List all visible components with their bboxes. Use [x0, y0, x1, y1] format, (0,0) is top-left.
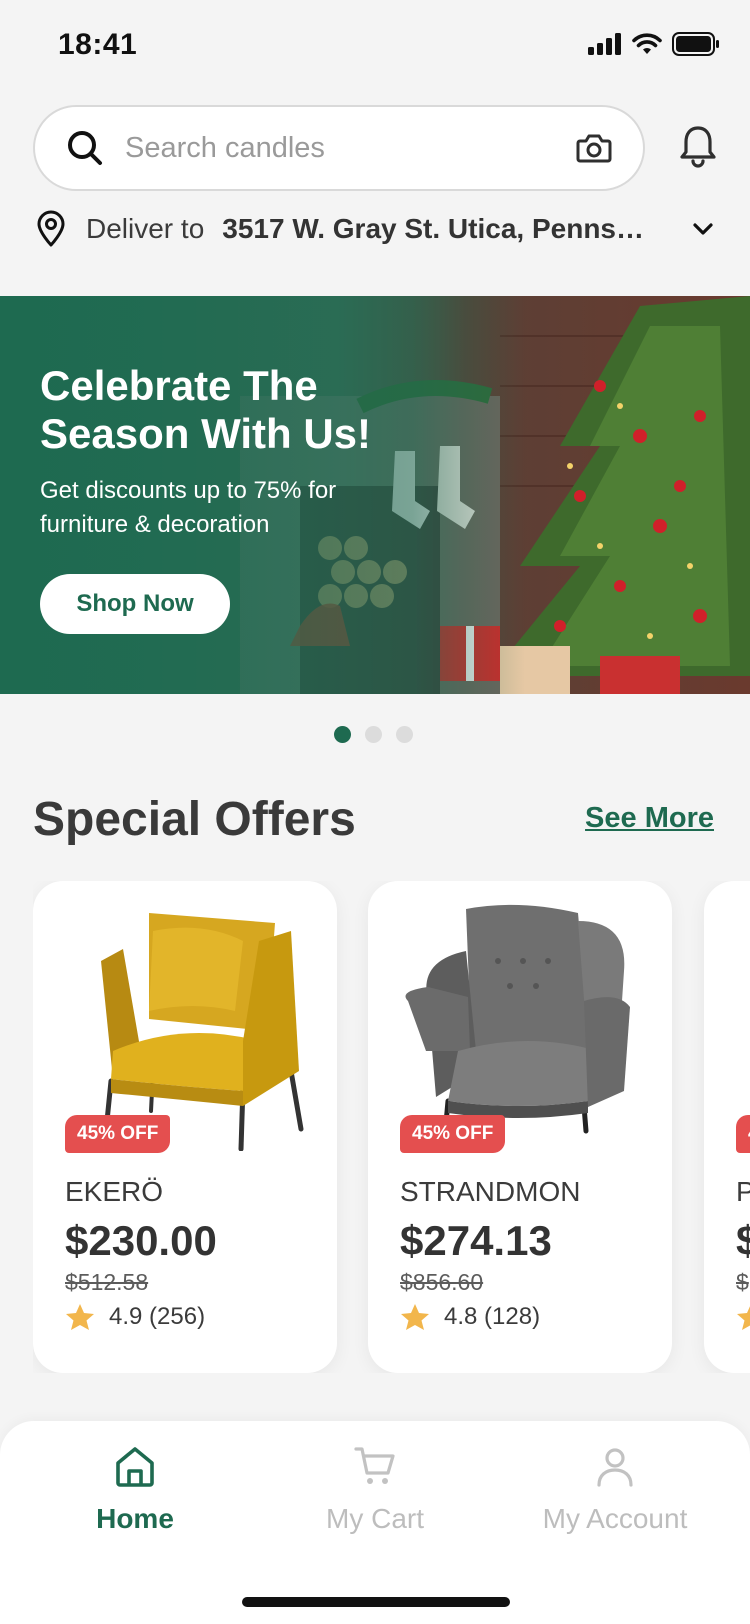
home-icon	[116, 1447, 154, 1487]
carousel-pagination	[334, 726, 413, 743]
discount-badge: 4	[736, 1115, 750, 1153]
product-old-price: $	[736, 1269, 749, 1295]
wifi-icon	[632, 33, 662, 54]
product-rating: 4.9 (256)	[65, 1302, 205, 1332]
cart-icon	[354, 1447, 395, 1484]
nav-label-account: My Account	[542, 1503, 688, 1534]
carousel-dot-3[interactable]	[396, 726, 413, 743]
shop-now-button[interactable]: Shop Now	[40, 574, 230, 634]
banner-title: Celebrate The Season With Us!	[40, 362, 371, 457]
nav-item-cart[interactable]: My Cart	[255, 1443, 495, 1553]
nav-label-cart: My Cart	[326, 1503, 424, 1534]
product-card[interactable]: 45% OFF STRANDMON $274.13 $856.60 4.8 (1…	[368, 881, 672, 1373]
carousel-dot-1[interactable]	[334, 726, 351, 743]
product-name: P	[736, 1176, 750, 1207]
product-card[interactable]: 45% OFF EKERÖ $230.00 $512.58 4.9 (256)	[33, 881, 337, 1373]
product-name: EKERÖ	[65, 1176, 164, 1207]
product-rating: 4.8 (128)	[400, 1302, 540, 1332]
star-icon	[401, 1304, 429, 1330]
bottom-navigation: Home My Cart My Account	[0, 1421, 750, 1624]
battery-icon	[672, 32, 719, 56]
deliver-to-label: Deliver to	[86, 213, 205, 244]
status-icons	[588, 32, 720, 56]
banner-subtitle: Get discounts up to 75% for furniture & …	[40, 477, 337, 538]
account-icon	[597, 1448, 633, 1487]
notification-bell-icon[interactable]	[674, 122, 722, 170]
promo-banner[interactable]: Celebrate The Season With Us! Get discou…	[0, 296, 750, 694]
location-pin-icon	[37, 210, 65, 247]
product-old-price: $856.60	[400, 1269, 484, 1295]
carousel-dot-2[interactable]	[365, 726, 382, 743]
nav-item-account[interactable]: My Account	[495, 1443, 735, 1553]
search-input[interactable]	[123, 130, 575, 166]
cellular-signal-icon	[588, 33, 621, 55]
status-bar: 18:41	[0, 0, 750, 92]
rating-text: 4.9 (256)	[109, 1303, 206, 1330]
gray-wingback-chair-image	[405, 904, 630, 1146]
product-rating	[736, 1302, 750, 1332]
status-time: 18:41	[58, 28, 138, 61]
star-icon	[737, 1306, 750, 1330]
see-more-link[interactable]: See More	[585, 802, 714, 835]
discount-badge: 45% OFF	[400, 1115, 506, 1153]
discount-badge: 45% OFF	[65, 1115, 171, 1153]
delivery-address: 3517 W. Gray St. Utica, Pennsyl...	[222, 213, 655, 244]
product-price: $274.13	[400, 1217, 552, 1264]
yellow-armchair-image	[101, 913, 304, 1151]
product-old-price: $512.58	[65, 1269, 149, 1295]
nav-label-home: Home	[96, 1503, 174, 1534]
nav-item-home[interactable]: Home	[15, 1443, 255, 1553]
product-card[interactable]: 4 P $ $	[704, 881, 750, 1373]
search-icon	[68, 131, 102, 165]
rating-text: 4.8 (128)	[444, 1303, 541, 1330]
search-bar[interactable]	[33, 105, 645, 191]
chevron-down-icon[interactable]	[690, 216, 716, 242]
home-indicator	[242, 1597, 510, 1607]
product-price: $230.00	[65, 1217, 217, 1264]
product-name: STRANDMON	[400, 1176, 581, 1207]
camera-icon[interactable]	[575, 129, 613, 167]
product-carousel[interactable]: 45% OFF EKERÖ $230.00 $512.58 4.9 (256)	[33, 881, 750, 1373]
star-icon	[66, 1304, 94, 1330]
delivery-address-row[interactable]: Deliver to 3517 W. Gray St. Utica, Penns…	[34, 206, 724, 252]
special-offers-title: Special Offers	[33, 793, 356, 846]
product-price: $	[736, 1217, 750, 1264]
